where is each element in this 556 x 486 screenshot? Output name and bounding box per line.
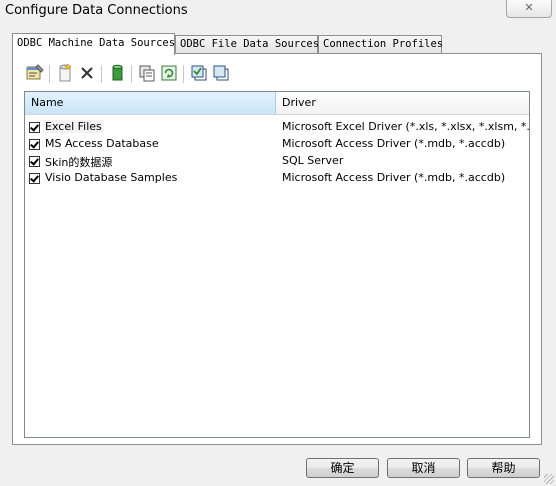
data-source-driver: Microsoft Access Driver (*.mdb, *.accdb) <box>282 137 506 150</box>
tab-connection-profiles[interactable]: Connection Profiles <box>318 35 444 53</box>
tab-odbc-file-data-sources[interactable]: ODBC File Data Sources <box>175 35 320 53</box>
database-button[interactable] <box>107 63 127 83</box>
help-button[interactable]: 帮助 <box>467 458 540 478</box>
toolbar-separator <box>101 65 103 83</box>
copy-icon <box>139 65 155 82</box>
refresh-button[interactable] <box>159 63 179 83</box>
delete-button[interactable] <box>77 63 97 83</box>
list-item[interactable]: Skin的数据源 SQL Server <box>25 153 529 170</box>
title-bar: Configure Data Connections ✕ <box>0 0 556 24</box>
close-button[interactable]: ✕ <box>506 0 552 18</box>
data-source-driver: Microsoft Access Driver (*.mdb, *.accdb) <box>282 171 506 184</box>
data-source-name: Visio Database Samples <box>45 171 178 184</box>
column-header-name[interactable]: Name <box>25 92 276 114</box>
resize-grip[interactable] <box>544 474 554 484</box>
data-source-driver: SQL Server <box>282 154 344 167</box>
data-source-name: Excel Files <box>43 120 104 133</box>
deselect-all-button[interactable] <box>211 63 231 83</box>
tab-label: ODBC File Data Sources <box>180 38 320 50</box>
tab-panel: Name Driver Excel Files Microsoft Excel … <box>12 53 542 445</box>
row-checkbox[interactable] <box>29 156 40 167</box>
refresh-icon <box>161 65 177 81</box>
copy-button[interactable] <box>137 63 157 83</box>
database-icon <box>112 64 123 81</box>
toolbar-separator <box>49 65 51 83</box>
delete-icon <box>81 67 93 79</box>
data-source-list[interactable]: Name Driver Excel Files Microsoft Excel … <box>24 91 530 438</box>
toolbar-separator <box>183 65 185 83</box>
select-all-button[interactable] <box>189 63 209 83</box>
deselect-all-icon <box>213 65 229 81</box>
data-source-name: Skin的数据源 <box>45 156 113 169</box>
tab-label: Connection Profiles <box>323 38 444 50</box>
column-header-driver[interactable]: Driver <box>277 92 316 114</box>
new-button[interactable] <box>55 63 75 83</box>
tab-odbc-machine-data-sources[interactable]: ODBC Machine Data Sources <box>12 33 175 55</box>
ok-button[interactable]: 确定 <box>306 458 379 478</box>
new-icon <box>59 63 72 82</box>
row-checkbox[interactable] <box>29 139 40 150</box>
cancel-button[interactable]: 取消 <box>387 458 460 478</box>
close-icon: ✕ <box>524 1 534 14</box>
toolbar-separator <box>131 65 133 83</box>
list-header: Name Driver <box>25 92 529 115</box>
data-source-name: MS Access Database <box>45 137 159 150</box>
window-title: Configure Data Connections <box>5 3 188 18</box>
select-all-icon <box>191 65 207 81</box>
properties-button[interactable] <box>25 63 45 83</box>
data-source-driver: Microsoft Excel Driver (*.xls, *.xlsx, *… <box>282 120 530 133</box>
row-checkbox[interactable] <box>29 122 40 133</box>
list-item[interactable]: Visio Database Samples Microsoft Access … <box>25 170 529 187</box>
properties-icon <box>26 64 44 80</box>
list-item[interactable]: Excel Files Microsoft Excel Driver (*.xl… <box>25 119 529 136</box>
list-item[interactable]: MS Access Database Microsoft Access Driv… <box>25 136 529 153</box>
tab-label: ODBC Machine Data Sources <box>17 37 176 49</box>
row-checkbox[interactable] <box>29 173 40 184</box>
